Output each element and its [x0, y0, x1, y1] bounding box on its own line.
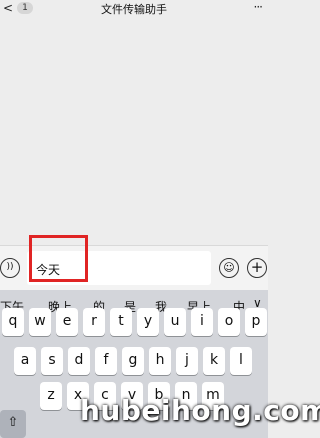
key-a[interactable]: a	[14, 347, 36, 375]
key-p[interactable]: p	[245, 308, 267, 336]
key-j[interactable]: j	[176, 347, 198, 375]
key-r[interactable]: r	[83, 308, 105, 336]
more-button[interactable]: ···	[254, 0, 264, 14]
chat-title: 文件传输助手	[101, 3, 167, 16]
key-y[interactable]: y	[137, 308, 159, 336]
key-z[interactable]: z	[40, 382, 62, 410]
key-t[interactable]: t	[110, 308, 132, 336]
key-d[interactable]: d	[68, 347, 90, 375]
key-l[interactable]: l	[230, 347, 252, 375]
plus-icon[interactable]: +	[247, 258, 267, 278]
key-w[interactable]: w	[29, 308, 51, 336]
key-h[interactable]: h	[149, 347, 171, 375]
emoji-icon[interactable]: ☺	[219, 258, 239, 278]
highlight-box	[29, 235, 88, 282]
message-area[interactable]	[0, 17, 268, 245]
watermark: hubeihong.com	[80, 394, 320, 427]
key-e[interactable]: e	[56, 308, 78, 336]
key-k[interactable]: k	[203, 347, 225, 375]
voice-icon[interactable]: ))	[0, 258, 20, 278]
key-u[interactable]: u	[164, 308, 186, 336]
key-o[interactable]: o	[218, 308, 240, 336]
chat-header: < 1 文件传输助手 ···	[0, 0, 268, 17]
key-f[interactable]: f	[95, 347, 117, 375]
key-q[interactable]: q	[2, 308, 24, 336]
key-i[interactable]: i	[191, 308, 213, 336]
key-g[interactable]: g	[122, 347, 144, 375]
key-s[interactable]: s	[41, 347, 63, 375]
shift-key[interactable]: ⇧	[0, 410, 26, 438]
